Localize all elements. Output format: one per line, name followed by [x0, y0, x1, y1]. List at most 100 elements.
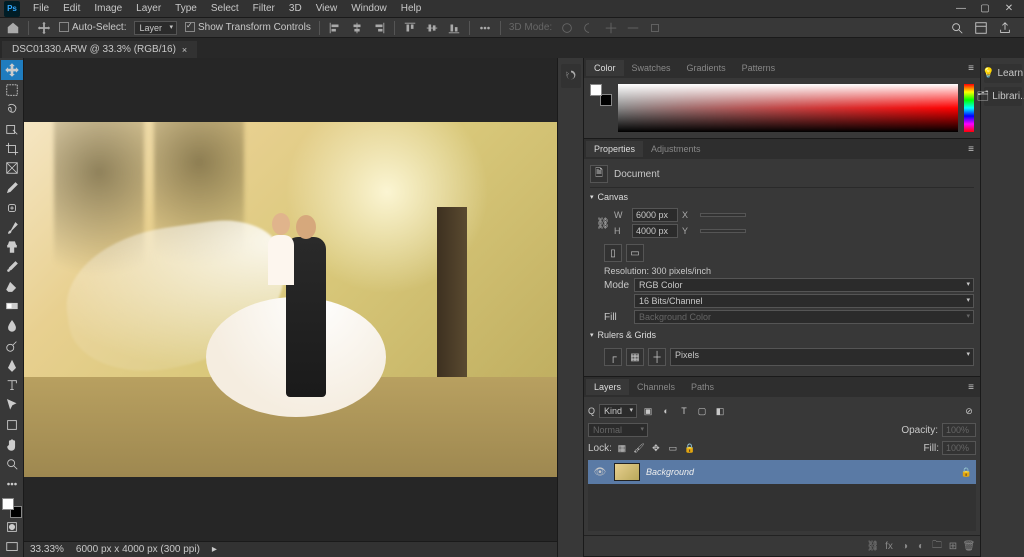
share-icon[interactable] [998, 21, 1012, 35]
align-bottom-icon[interactable] [447, 21, 461, 35]
doc-info[interactable]: 6000 px x 4000 px (300 ppi) [76, 544, 200, 555]
canvas-viewport[interactable] [24, 58, 557, 541]
eyedropper-tool[interactable] [1, 178, 23, 198]
statusbar-chevron-icon[interactable]: ▸ [212, 544, 217, 555]
document-tab[interactable]: DSC01330.ARW @ 33.3% (RGB/16) × [2, 41, 197, 58]
dodge-tool[interactable] [1, 336, 23, 356]
tab-properties[interactable]: Properties [586, 141, 643, 157]
link-wh-icon[interactable]: ⛓ [596, 217, 610, 230]
brush-tool[interactable] [1, 218, 23, 238]
layer-style-icon[interactable]: fx [882, 539, 896, 553]
panel-menu-icon[interactable]: ≡ [962, 63, 980, 74]
filter-toggle[interactable]: ⊘ [962, 404, 976, 418]
layer-row[interactable]: 👁 Background 🔒 [588, 460, 976, 484]
window-minimize[interactable]: — [954, 2, 968, 16]
search-icon[interactable] [950, 21, 964, 35]
quick-mask-icon[interactable] [1, 518, 23, 538]
group-icon[interactable]: 🗀 [930, 539, 944, 553]
3d-roll-icon[interactable] [582, 21, 596, 35]
3d-orbit-icon[interactable] [560, 21, 574, 35]
guides-icon[interactable]: ┼ [648, 348, 666, 366]
healing-tool[interactable] [1, 198, 23, 218]
more-options-icon[interactable] [478, 21, 492, 35]
blur-tool[interactable] [1, 316, 23, 336]
filter-shape-icon[interactable]: ▢ [695, 404, 709, 418]
window-maximize[interactable]: ▢ [978, 2, 992, 16]
workspace-icon[interactable] [974, 21, 988, 35]
type-tool[interactable] [1, 376, 23, 396]
menu-type[interactable]: Type [168, 1, 204, 16]
lock-icon[interactable]: 🔒 [961, 467, 972, 478]
zoom-tool[interactable] [1, 454, 23, 474]
foreground-color-swatch[interactable] [2, 498, 14, 510]
rulers-section-header[interactable]: Rulers & Grids [590, 326, 974, 344]
libraries-panel-button[interactable]: 🗂 Librari... [984, 87, 1022, 106]
align-right-icon[interactable] [372, 21, 386, 35]
auto-select-target[interactable]: Layer [134, 21, 177, 35]
align-hcenter-icon[interactable] [350, 21, 364, 35]
menu-help[interactable]: Help [394, 1, 429, 16]
panel-menu-icon[interactable]: ≡ [962, 382, 980, 393]
orientation-portrait-icon[interactable]: ▯ [604, 244, 622, 262]
filter-type-icon[interactable]: T [677, 404, 691, 418]
tab-paths[interactable]: Paths [683, 379, 722, 395]
zoom-level[interactable]: 33.33% [30, 544, 64, 555]
menu-window[interactable]: Window [344, 1, 394, 16]
tab-patterns[interactable]: Patterns [734, 60, 784, 76]
lock-artboard-icon[interactable]: ▭ [666, 441, 680, 455]
align-vcenter-icon[interactable] [425, 21, 439, 35]
color-swatches[interactable] [2, 498, 22, 518]
delete-layer-icon[interactable]: 🗑 [962, 539, 976, 553]
gradient-tool[interactable] [1, 297, 23, 317]
menu-layer[interactable]: Layer [129, 1, 168, 16]
align-top-icon[interactable] [403, 21, 417, 35]
lock-transparency-icon[interactable]: ▦ [615, 441, 629, 455]
history-panel-icon[interactable] [561, 64, 581, 88]
eraser-tool[interactable] [1, 277, 23, 297]
tab-color[interactable]: Color [586, 60, 624, 76]
kind-filter[interactable]: Kind [599, 404, 637, 418]
crop-tool[interactable] [1, 139, 23, 159]
menu-file[interactable]: File [26, 1, 56, 16]
color-ramp[interactable] [618, 84, 958, 132]
mode-dropdown[interactable]: RGB Color [634, 278, 974, 292]
history-brush-tool[interactable] [1, 257, 23, 277]
adjustment-layer-icon[interactable]: ◐ [914, 539, 928, 553]
layer-mask-icon[interactable]: ◑ [898, 539, 912, 553]
units-dropdown[interactable]: Pixels [670, 348, 974, 366]
lock-all-icon[interactable]: 🔒 [683, 441, 697, 455]
rulers-icon[interactable]: ┌ [604, 348, 622, 366]
frame-tool[interactable] [1, 159, 23, 179]
marquee-tool[interactable] [1, 80, 23, 100]
new-layer-icon[interactable]: ⊞ [946, 539, 960, 553]
close-tab-icon[interactable]: × [182, 45, 187, 55]
learn-panel-button[interactable]: 💡 Learn [984, 64, 1022, 83]
menu-view[interactable]: View [309, 1, 345, 16]
lasso-tool[interactable] [1, 99, 23, 119]
auto-select-checkbox[interactable]: Auto-Select: [59, 22, 126, 33]
menu-3d[interactable]: 3D [282, 1, 309, 16]
panel-menu-icon[interactable]: ≡ [962, 144, 980, 155]
move-tool[interactable] [1, 60, 23, 80]
window-close[interactable]: ✕ [1002, 2, 1016, 16]
layer-thumbnail[interactable] [614, 463, 640, 481]
link-layers-icon[interactable]: ⛓ [866, 539, 880, 553]
home-icon[interactable] [6, 21, 20, 35]
screen-mode-icon[interactable] [1, 537, 23, 557]
path-select-tool[interactable] [1, 395, 23, 415]
3d-slide-icon[interactable] [626, 21, 640, 35]
show-transform-checkbox[interactable]: Show Transform Controls [185, 22, 311, 33]
3d-pan-icon[interactable] [604, 21, 618, 35]
filter-image-icon[interactable]: ▣ [641, 404, 655, 418]
color-fg-bg[interactable] [590, 84, 612, 106]
tab-layers[interactable]: Layers [586, 379, 629, 395]
menu-image[interactable]: Image [87, 1, 129, 16]
menu-edit[interactable]: Edit [56, 1, 87, 16]
tab-channels[interactable]: Channels [629, 379, 683, 395]
lock-pixels-icon[interactable]: 🖌 [632, 441, 646, 455]
tab-adjustments[interactable]: Adjustments [643, 141, 709, 157]
depth-dropdown[interactable]: 16 Bits/Channel [634, 294, 974, 308]
3d-scale-icon[interactable] [648, 21, 662, 35]
menu-filter[interactable]: Filter [246, 1, 282, 16]
align-left-icon[interactable] [328, 21, 342, 35]
